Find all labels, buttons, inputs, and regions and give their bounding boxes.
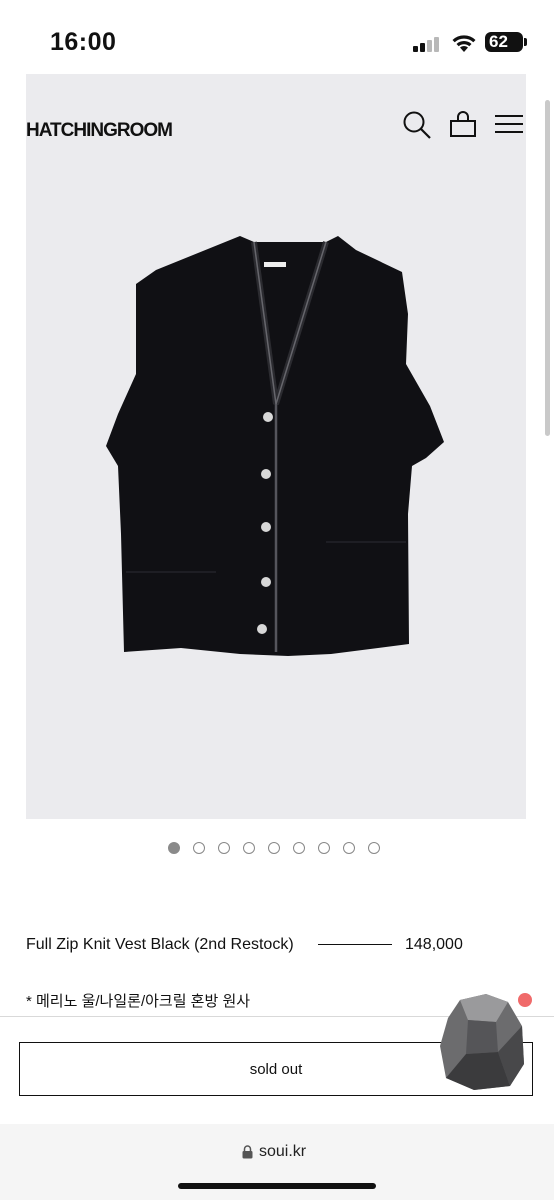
menu-icon[interactable] bbox=[494, 110, 524, 145]
battery-indicator: 62 bbox=[485, 32, 523, 52]
scroll-indicator[interactable] bbox=[545, 100, 550, 436]
shopping-bag-icon[interactable] bbox=[448, 110, 478, 145]
carousel-dot[interactable] bbox=[243, 842, 255, 854]
carousel-dot[interactable] bbox=[168, 842, 180, 854]
carousel-dot[interactable] bbox=[368, 842, 380, 854]
carousel-dot[interactable] bbox=[218, 842, 230, 854]
status-time: 16:00 bbox=[50, 28, 117, 56]
floating-rock-widget[interactable] bbox=[438, 992, 526, 1097]
carousel-dot[interactable] bbox=[268, 842, 280, 854]
brand-logo[interactable]: HATCHINGROOM bbox=[26, 120, 173, 142]
cellular-signal-icon bbox=[413, 36, 441, 52]
home-indicator[interactable] bbox=[178, 1183, 376, 1189]
address-bar[interactable]: soui.kr bbox=[242, 1143, 306, 1161]
title-price-divider bbox=[318, 944, 392, 946]
sold-out-label: sold out bbox=[249, 1060, 303, 1078]
product-image[interactable] bbox=[26, 74, 526, 819]
product-title: Full Zip Knit Vest Black (2nd Restock) bbox=[26, 936, 294, 953]
notification-dot bbox=[518, 993, 532, 1007]
carousel-dot[interactable] bbox=[293, 842, 305, 854]
search-icon[interactable] bbox=[402, 110, 432, 145]
lock-icon bbox=[242, 1145, 253, 1159]
image-carousel-dots bbox=[168, 842, 388, 858]
product-price: 148,000 bbox=[405, 936, 463, 953]
wifi-icon bbox=[450, 32, 478, 59]
carousel-dot[interactable] bbox=[343, 842, 355, 854]
url-text: soui.kr bbox=[259, 1143, 307, 1160]
carousel-dot[interactable] bbox=[193, 842, 205, 854]
carousel-dot[interactable] bbox=[318, 842, 330, 854]
battery-tip bbox=[524, 38, 527, 46]
vest-illustration bbox=[106, 236, 444, 656]
material-note: * 메리노 울/나일론/아크릴 혼방 원사 bbox=[26, 993, 251, 1010]
